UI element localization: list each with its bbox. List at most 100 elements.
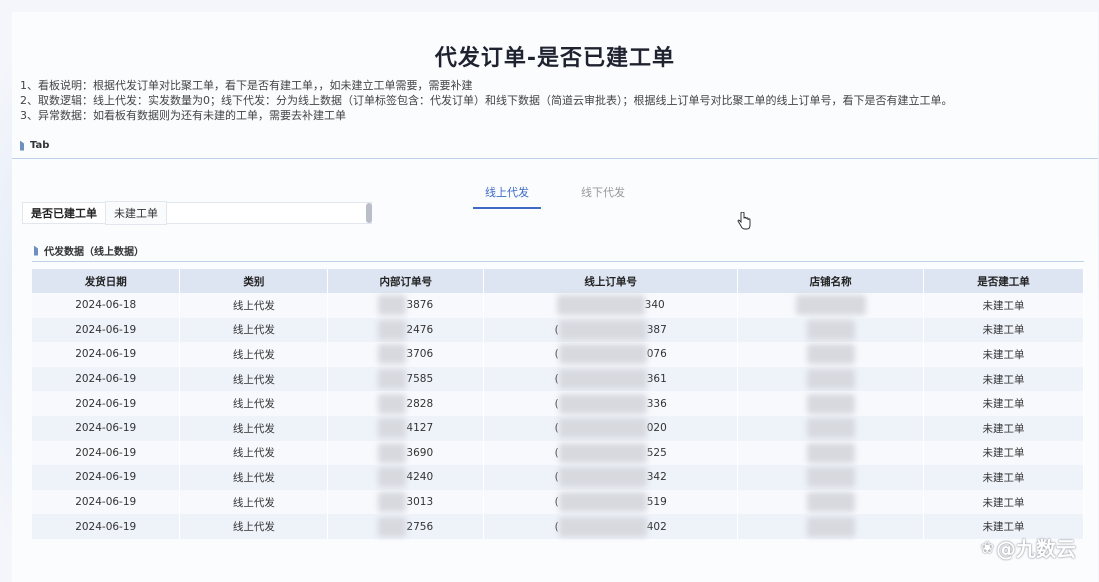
online-order-suffix: 076 [646, 348, 667, 361]
dropship-table: 发货日期 类别 内部订单号 线上订单号 店铺名称 是否建工单 2024-06-1… [32, 269, 1084, 539]
redacted-block [806, 442, 855, 463]
column-header-work-order-status[interactable]: 是否建工单 [923, 269, 1084, 293]
cell-work-order-status: 未建工单 [923, 317, 1084, 343]
table-row[interactable]: 2024-06-19 线上代发 3690 (525 未建工单 [32, 440, 1084, 466]
cell-category: 线上代发 [179, 293, 329, 318]
redacted-block [378, 492, 407, 513]
filter-scrollbar[interactable] [366, 203, 372, 223]
table-body: 2024-06-18 线上代发 3876 340 未建工单 2024-06-19 线上代发 2… [32, 293, 1084, 539]
online-order-suffix: 336 [646, 397, 667, 410]
table-row[interactable]: 2024-06-18 线上代发 3876 340 未建工单 [32, 293, 1084, 318]
cell-work-order-status: 未建工单 [923, 342, 1084, 367]
redacted-block [806, 369, 855, 390]
table-row[interactable]: 2024-06-19 线上代发 2828 (336 未建工单 [32, 391, 1084, 416]
inner-order-suffix: 2756 [406, 520, 434, 533]
cell-category: 线上代发 [179, 465, 329, 490]
table-row[interactable]: 2024-06-19 线上代发 3013 (519 未建工单 [32, 489, 1084, 515]
paw-icon: ❀ [980, 538, 994, 557]
data-section-label: 代发数据（线上数据） [44, 247, 144, 258]
online-order-suffix: 342 [646, 471, 667, 484]
inner-order-suffix: 4127 [406, 422, 434, 435]
cell-category: 线上代发 [179, 415, 329, 441]
column-header-ship-date[interactable]: 发货日期 [32, 269, 181, 293]
inner-order-suffix: 3013 [406, 496, 434, 509]
redacted-block [558, 467, 647, 488]
inner-order-suffix: 4240 [406, 471, 434, 484]
cell-inner-order: 4127 [327, 415, 485, 441]
cell-online-order: (336 [483, 391, 739, 416]
redacted-block [806, 516, 855, 537]
tab-section-divider [12, 158, 1098, 159]
column-header-online-order[interactable]: 线上订单号 [483, 269, 739, 293]
redacted-block [558, 516, 647, 537]
note-line-3: 3、异常数据：如看板有数据则为还有未建的工单，需要去补建工单 [20, 109, 346, 122]
data-section-header: 代发数据（线上数据） [34, 243, 144, 258]
brand-watermark: ❀ @九数云 [981, 533, 1076, 562]
redacted-block [378, 369, 407, 390]
note-line-2: 2、取数逻辑：线上代发：实发数量为0；线下代发：分为线上数据（订单标签包含：代发… [20, 94, 953, 107]
table-row[interactable]: 2024-06-19 线上代发 4127 (020 未建工单 [32, 415, 1084, 441]
cell-category: 线上代发 [179, 440, 329, 466]
cell-ship-date: 2024-06-19 [32, 366, 181, 392]
cell-online-order: (402 [483, 514, 739, 539]
cell-store-name [737, 391, 925, 416]
cell-online-order: (361 [483, 366, 739, 392]
redacted-block [378, 516, 407, 537]
table-row[interactable]: 2024-06-19 线上代发 3706 (076 未建工单 [32, 342, 1084, 367]
filter-label: 是否已建工单 [31, 207, 97, 220]
redacted-block [378, 467, 407, 488]
cell-inner-order: 4240 [327, 465, 485, 490]
online-order-suffix: 340 [644, 299, 665, 312]
cell-ship-date: 2024-06-19 [32, 489, 181, 515]
cell-inner-order: 2476 [327, 317, 485, 343]
table-row[interactable]: 2024-06-19 线上代发 7585 (361 未建工单 [32, 366, 1084, 392]
cell-ship-date: 2024-06-19 [32, 514, 181, 539]
tab-online-dropship[interactable]: 线上代发 [473, 178, 541, 209]
redacted-block [795, 295, 866, 316]
filter-option-not-created[interactable]: 未建工单 [105, 201, 167, 225]
inner-order-suffix: 3706 [406, 348, 434, 361]
note-line-1: 1、看板说明：根据代发订单对比聚工单，看下是否有建工单，，如未建立工单需要，需要… [20, 79, 473, 92]
cell-category: 线上代发 [179, 489, 329, 515]
online-order-suffix: 020 [646, 422, 667, 435]
cell-online-order: (342 [483, 465, 739, 490]
cell-inner-order: 7585 [327, 366, 485, 392]
table-row[interactable]: 2024-06-19 线上代发 2476 (387 未建工单 [32, 317, 1084, 343]
cell-online-order: (525 [483, 440, 739, 466]
redacted-block [378, 344, 407, 365]
redacted-block [806, 393, 855, 414]
cell-ship-date: 2024-06-19 [32, 440, 181, 466]
cell-category: 线上代发 [179, 342, 329, 367]
column-header-store-name[interactable]: 店铺名称 [737, 269, 925, 293]
inner-order-suffix: 2828 [406, 397, 434, 410]
cell-category: 线上代发 [179, 514, 329, 539]
table-row[interactable]: 2024-06-19 线上代发 2756(402 未建工单 [32, 514, 1084, 539]
column-header-category[interactable]: 类别 [179, 269, 329, 293]
redacted-block [558, 344, 647, 365]
column-header-inner-order[interactable]: 内部订单号 [327, 269, 485, 293]
tab-offline-dropship[interactable]: 线下代发 [569, 178, 637, 209]
cell-ship-date: 2024-06-18 [32, 293, 181, 318]
redacted-block [558, 369, 647, 390]
table-header-row: 发货日期 类别 内部订单号 线上订单号 店铺名称 是否建工单 [32, 269, 1084, 293]
tab-section-header: Tab [20, 140, 49, 151]
page-title: 代发订单-是否已建工单 [434, 46, 676, 71]
table-row[interactable]: 2024-06-19 线上代发 4240 (342 未建工单 [32, 465, 1084, 490]
cell-inner-order: 3690 [327, 440, 485, 466]
cell-store-name [737, 366, 925, 392]
redacted-block [378, 442, 407, 463]
cell-online-order: 340 [483, 293, 739, 318]
cell-work-order-status: 未建工单 [923, 440, 1084, 466]
cell-ship-date: 2024-06-19 [32, 415, 181, 441]
cell-online-order: (020 [483, 415, 739, 441]
cell-store-name [737, 317, 925, 343]
dashboard-board: 代发订单-是否已建工单 1、看板说明：根据代发订单对比聚工单，看下是否有建工单，… [12, 12, 1098, 582]
redacted-block [806, 418, 855, 439]
redacted-block [378, 295, 407, 316]
redacted-block [806, 492, 855, 513]
redacted-block [378, 393, 407, 414]
cell-work-order-status: 未建工单 [923, 293, 1084, 318]
work-order-filter: 是否已建工单 未建工单 [22, 201, 372, 225]
cell-category: 线上代发 [179, 366, 329, 392]
redacted-block [806, 467, 855, 488]
